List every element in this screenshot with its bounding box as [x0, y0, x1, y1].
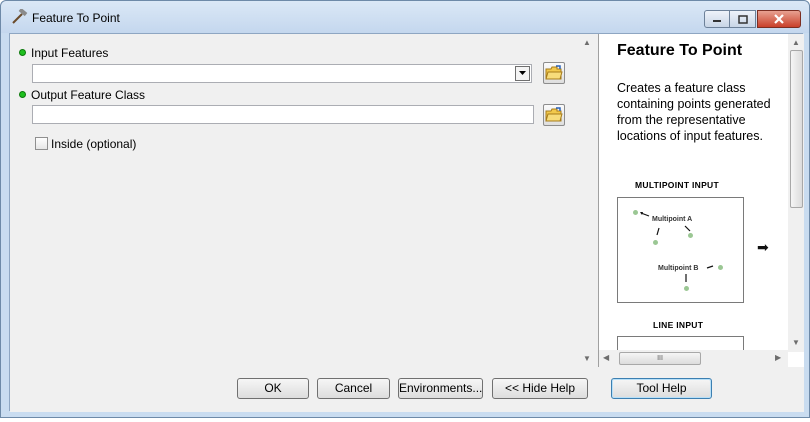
input-features-label: Input Features — [31, 46, 109, 60]
required-bullet-icon — [19, 91, 26, 98]
help-vertical-scrollbar[interactable]: ▲ ▼ — [788, 34, 804, 352]
hide-help-button[interactable]: << Hide Help — [492, 378, 588, 399]
point-marker — [718, 265, 723, 270]
close-icon — [774, 14, 784, 24]
parameters-scrollbar[interactable]: ▲ ▼ — [579, 34, 596, 367]
tool-dialog-window: Feature To Point Input Features Output F… — [0, 0, 810, 418]
maximize-button[interactable] — [730, 10, 756, 28]
ok-button[interactable]: OK — [237, 378, 309, 399]
point-marker — [684, 286, 689, 291]
multipoint-input-heading: MULTIPOINT INPUT — [635, 180, 719, 190]
button-bar: OK Cancel Environments... << Hide Help T… — [10, 367, 804, 412]
required-bullet-icon — [19, 49, 26, 56]
arrow-icon — [685, 265, 714, 282]
dropdown-button[interactable] — [515, 66, 530, 81]
line-input-heading: LINE INPUT — [653, 320, 704, 330]
scroll-up-icon[interactable]: ▲ — [583, 38, 591, 47]
right-arrow-icon: ➡ — [757, 239, 769, 255]
maximize-icon — [737, 14, 748, 24]
environments-button[interactable]: Environments... — [398, 378, 483, 399]
input-features-combobox[interactable] — [32, 64, 532, 83]
open-folder-icon — [545, 107, 563, 122]
parameters-pane: Input Features Output Feature Class Insi… — [10, 34, 596, 367]
close-button[interactable] — [757, 10, 801, 28]
window-title: Feature To Point — [32, 11, 120, 25]
inside-label: Inside (optional) — [51, 137, 137, 151]
scroll-thumb[interactable] — [790, 50, 803, 208]
scroll-right-icon[interactable]: ▶ — [775, 353, 781, 362]
hammer-icon — [12, 9, 28, 24]
inside-checkbox[interactable] — [35, 137, 48, 150]
minimize-icon — [713, 20, 721, 22]
tool-help-button[interactable]: Tool Help — [611, 378, 712, 399]
scroll-up-icon[interactable]: ▲ — [792, 38, 800, 47]
help-title: Feature To Point — [617, 42, 743, 59]
scroll-down-icon[interactable]: ▼ — [583, 354, 591, 363]
help-pane: Feature To Point Creates a feature class… — [598, 34, 804, 367]
scroll-left-icon[interactable]: ◀ — [603, 353, 609, 362]
browse-input-button[interactable] — [543, 62, 565, 84]
output-feature-class-label: Output Feature Class — [31, 88, 146, 102]
scroll-down-icon[interactable]: ▼ — [792, 338, 800, 347]
arrow-icon — [640, 212, 691, 236]
scroll-thumb[interactable]: III — [619, 352, 701, 365]
browse-output-button[interactable] — [543, 104, 565, 126]
title-bar[interactable]: Feature To Point — [1, 1, 809, 33]
multipoint-diagram: Multipoint A Multipoint B — [617, 197, 744, 303]
dialog-client-area: Input Features Output Feature Class Insi… — [9, 33, 804, 412]
output-feature-class-input[interactable] — [32, 105, 534, 124]
help-horizontal-scrollbar[interactable]: ◀ III ▶ — [599, 350, 788, 367]
help-description: Creates a feature class containing point… — [617, 81, 771, 143]
cancel-button[interactable]: Cancel — [317, 378, 390, 399]
chevron-down-icon — [519, 71, 526, 75]
open-folder-icon — [545, 65, 563, 80]
minimize-button[interactable] — [704, 10, 730, 28]
